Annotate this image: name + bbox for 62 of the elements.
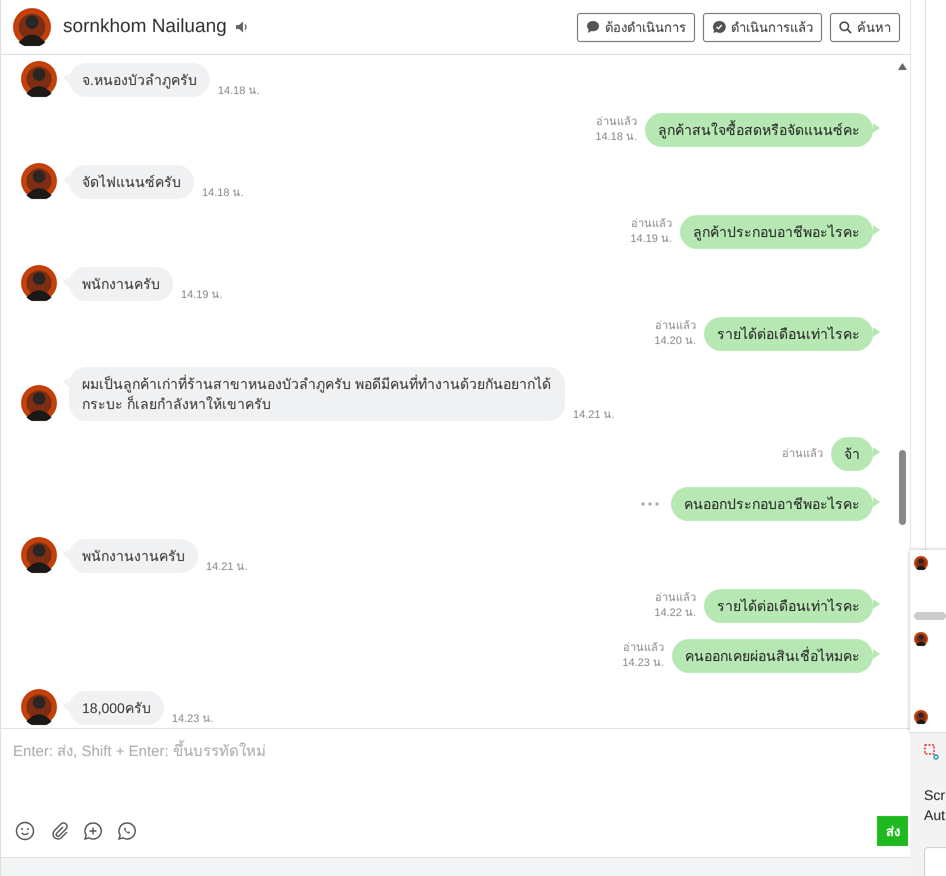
loading-bar: [914, 612, 946, 620]
message-bubble: พนักงานงานครับ: [69, 539, 198, 573]
bubble-tail: [873, 497, 880, 507]
avatar: [21, 537, 57, 573]
chat-check-icon: [712, 20, 726, 34]
bubble-tail: [873, 123, 880, 133]
message-bubble: คนออกเคยผ่อนสินเชื่อไหมคะ: [672, 639, 873, 673]
search-icon: [839, 20, 852, 34]
avatar: [914, 556, 928, 570]
message-time: 14.19 น.: [181, 288, 223, 303]
message-time: 14.20 น.: [654, 334, 696, 349]
read-status: อ่านแล้ว: [623, 641, 664, 656]
header-button[interactable]: ต้องดำเนินการ: [577, 12, 695, 42]
message-time: 14.22 น.: [654, 606, 696, 621]
notification-subtitle: Aut: [924, 806, 946, 825]
message-bubble: จ้า: [831, 437, 873, 471]
message-bubble: 18,000ครับ: [69, 691, 164, 725]
message-time: 14.18 น.: [595, 130, 637, 145]
header-button[interactable]: ดำเนินการแล้ว: [703, 12, 822, 42]
message-bubble: รายได้ต่อเดือนเท่าไรคะ: [704, 317, 873, 351]
message-bubble: ลูกค้าประกอบอาชีพอะไรคะ: [680, 215, 873, 249]
message-bubble: พนักงานครับ: [69, 267, 173, 301]
message-time: 14.18 น.: [218, 84, 260, 99]
scrollbar-thumb[interactable]: [899, 450, 906, 525]
emoji-icon[interactable]: [15, 821, 35, 841]
bubble-tail: [873, 327, 880, 337]
message-time: 14.21 น.: [573, 408, 615, 423]
notification-title: Scr: [924, 786, 946, 805]
read-status: อ่านแล้ว: [655, 591, 696, 606]
read-status: อ่านแล้ว: [631, 217, 672, 232]
bubble-tail: [873, 599, 880, 609]
avatar: [21, 163, 57, 199]
read-status: อ่านแล้ว: [782, 446, 823, 462]
message-bubble: คนออกประกอบอาชีพอะไรคะ: [671, 487, 873, 521]
message-bubble: จัดไฟแนนซ์ครับ: [69, 165, 194, 199]
avatar: [13, 8, 51, 46]
read-status: อ่านแล้ว: [655, 319, 696, 334]
read-status: อ่านแล้ว: [596, 115, 637, 130]
message-time: 14.19 น.: [630, 232, 672, 247]
add-chat-icon[interactable]: [83, 821, 103, 841]
avatar: [914, 710, 928, 724]
avatar: [21, 61, 57, 97]
scroll-up-icon[interactable]: [898, 63, 907, 70]
message-time: 14.23 น.: [172, 712, 214, 727]
message-bubble: จ.หนองบัวลำภูครับ: [69, 63, 210, 97]
phone-chat-icon[interactable]: [117, 821, 137, 841]
bubble-tail: [873, 649, 880, 659]
avatar: [21, 265, 57, 301]
message-bubble: ผมเป็นลูกค้าเก่าที่ร้านสาขาหนองบัวลำภูครับ พอดีมีคนที่ทำงานด้วยกันอยากได้กระบะ ก็เลยกำลังหาให้เขาครับ: [69, 367, 565, 421]
message-time: 14.23 น.: [622, 656, 664, 671]
chat-icon: [586, 20, 600, 34]
bubble-tail: [873, 225, 880, 235]
bubble-tail: [873, 447, 880, 457]
message-bubble: ลูกค้าสนใจซื้อสดหรือจัดแนนซ์คะ: [645, 113, 873, 147]
message-bubble: รายได้ต่อเดือนเท่าไรคะ: [704, 589, 873, 623]
avatar: [21, 385, 57, 421]
avatar: [914, 632, 928, 646]
avatar: [21, 689, 57, 725]
contact-name: sornkhom Nailuang: [63, 16, 227, 38]
message-time: 14.21 น.: [206, 560, 248, 575]
message-time: 14.18 น.: [202, 186, 244, 201]
header-button[interactable]: ค้นหา: [830, 12, 900, 42]
